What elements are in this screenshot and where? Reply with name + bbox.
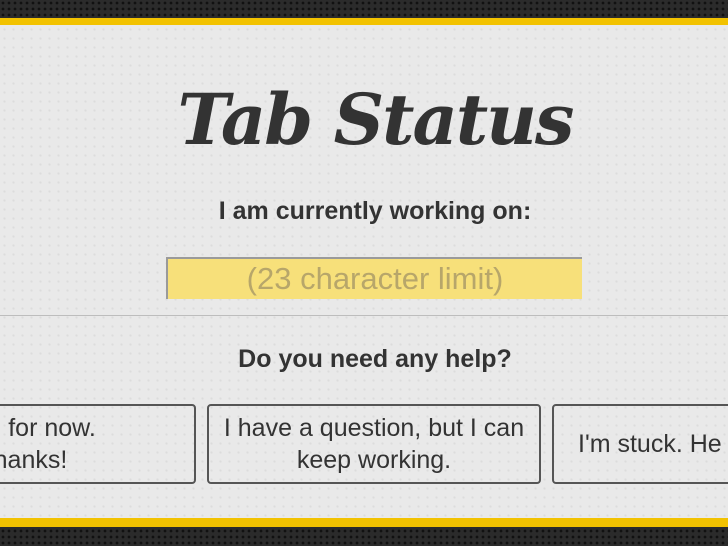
help-option-fine-button[interactable]: well for now. thanks! — [0, 404, 196, 484]
section-divider — [0, 315, 728, 316]
top-border — [0, 0, 728, 18]
main-panel: Tab Status I am currently working on: Do… — [0, 25, 728, 518]
working-on-label: I am currently working on: — [218, 197, 532, 225]
help-option-stuck-button[interactable]: I'm stuck. He — [552, 404, 728, 484]
bottom-accent-stripe — [0, 518, 728, 527]
page-title: Tab Status — [177, 78, 575, 161]
help-option-question-button[interactable]: I have a question, but I can keep workin… — [207, 404, 541, 484]
status-input[interactable] — [166, 257, 582, 299]
help-question-label: Do you need any help? — [238, 345, 512, 373]
bottom-border — [0, 528, 728, 546]
top-accent-stripe — [0, 18, 728, 25]
